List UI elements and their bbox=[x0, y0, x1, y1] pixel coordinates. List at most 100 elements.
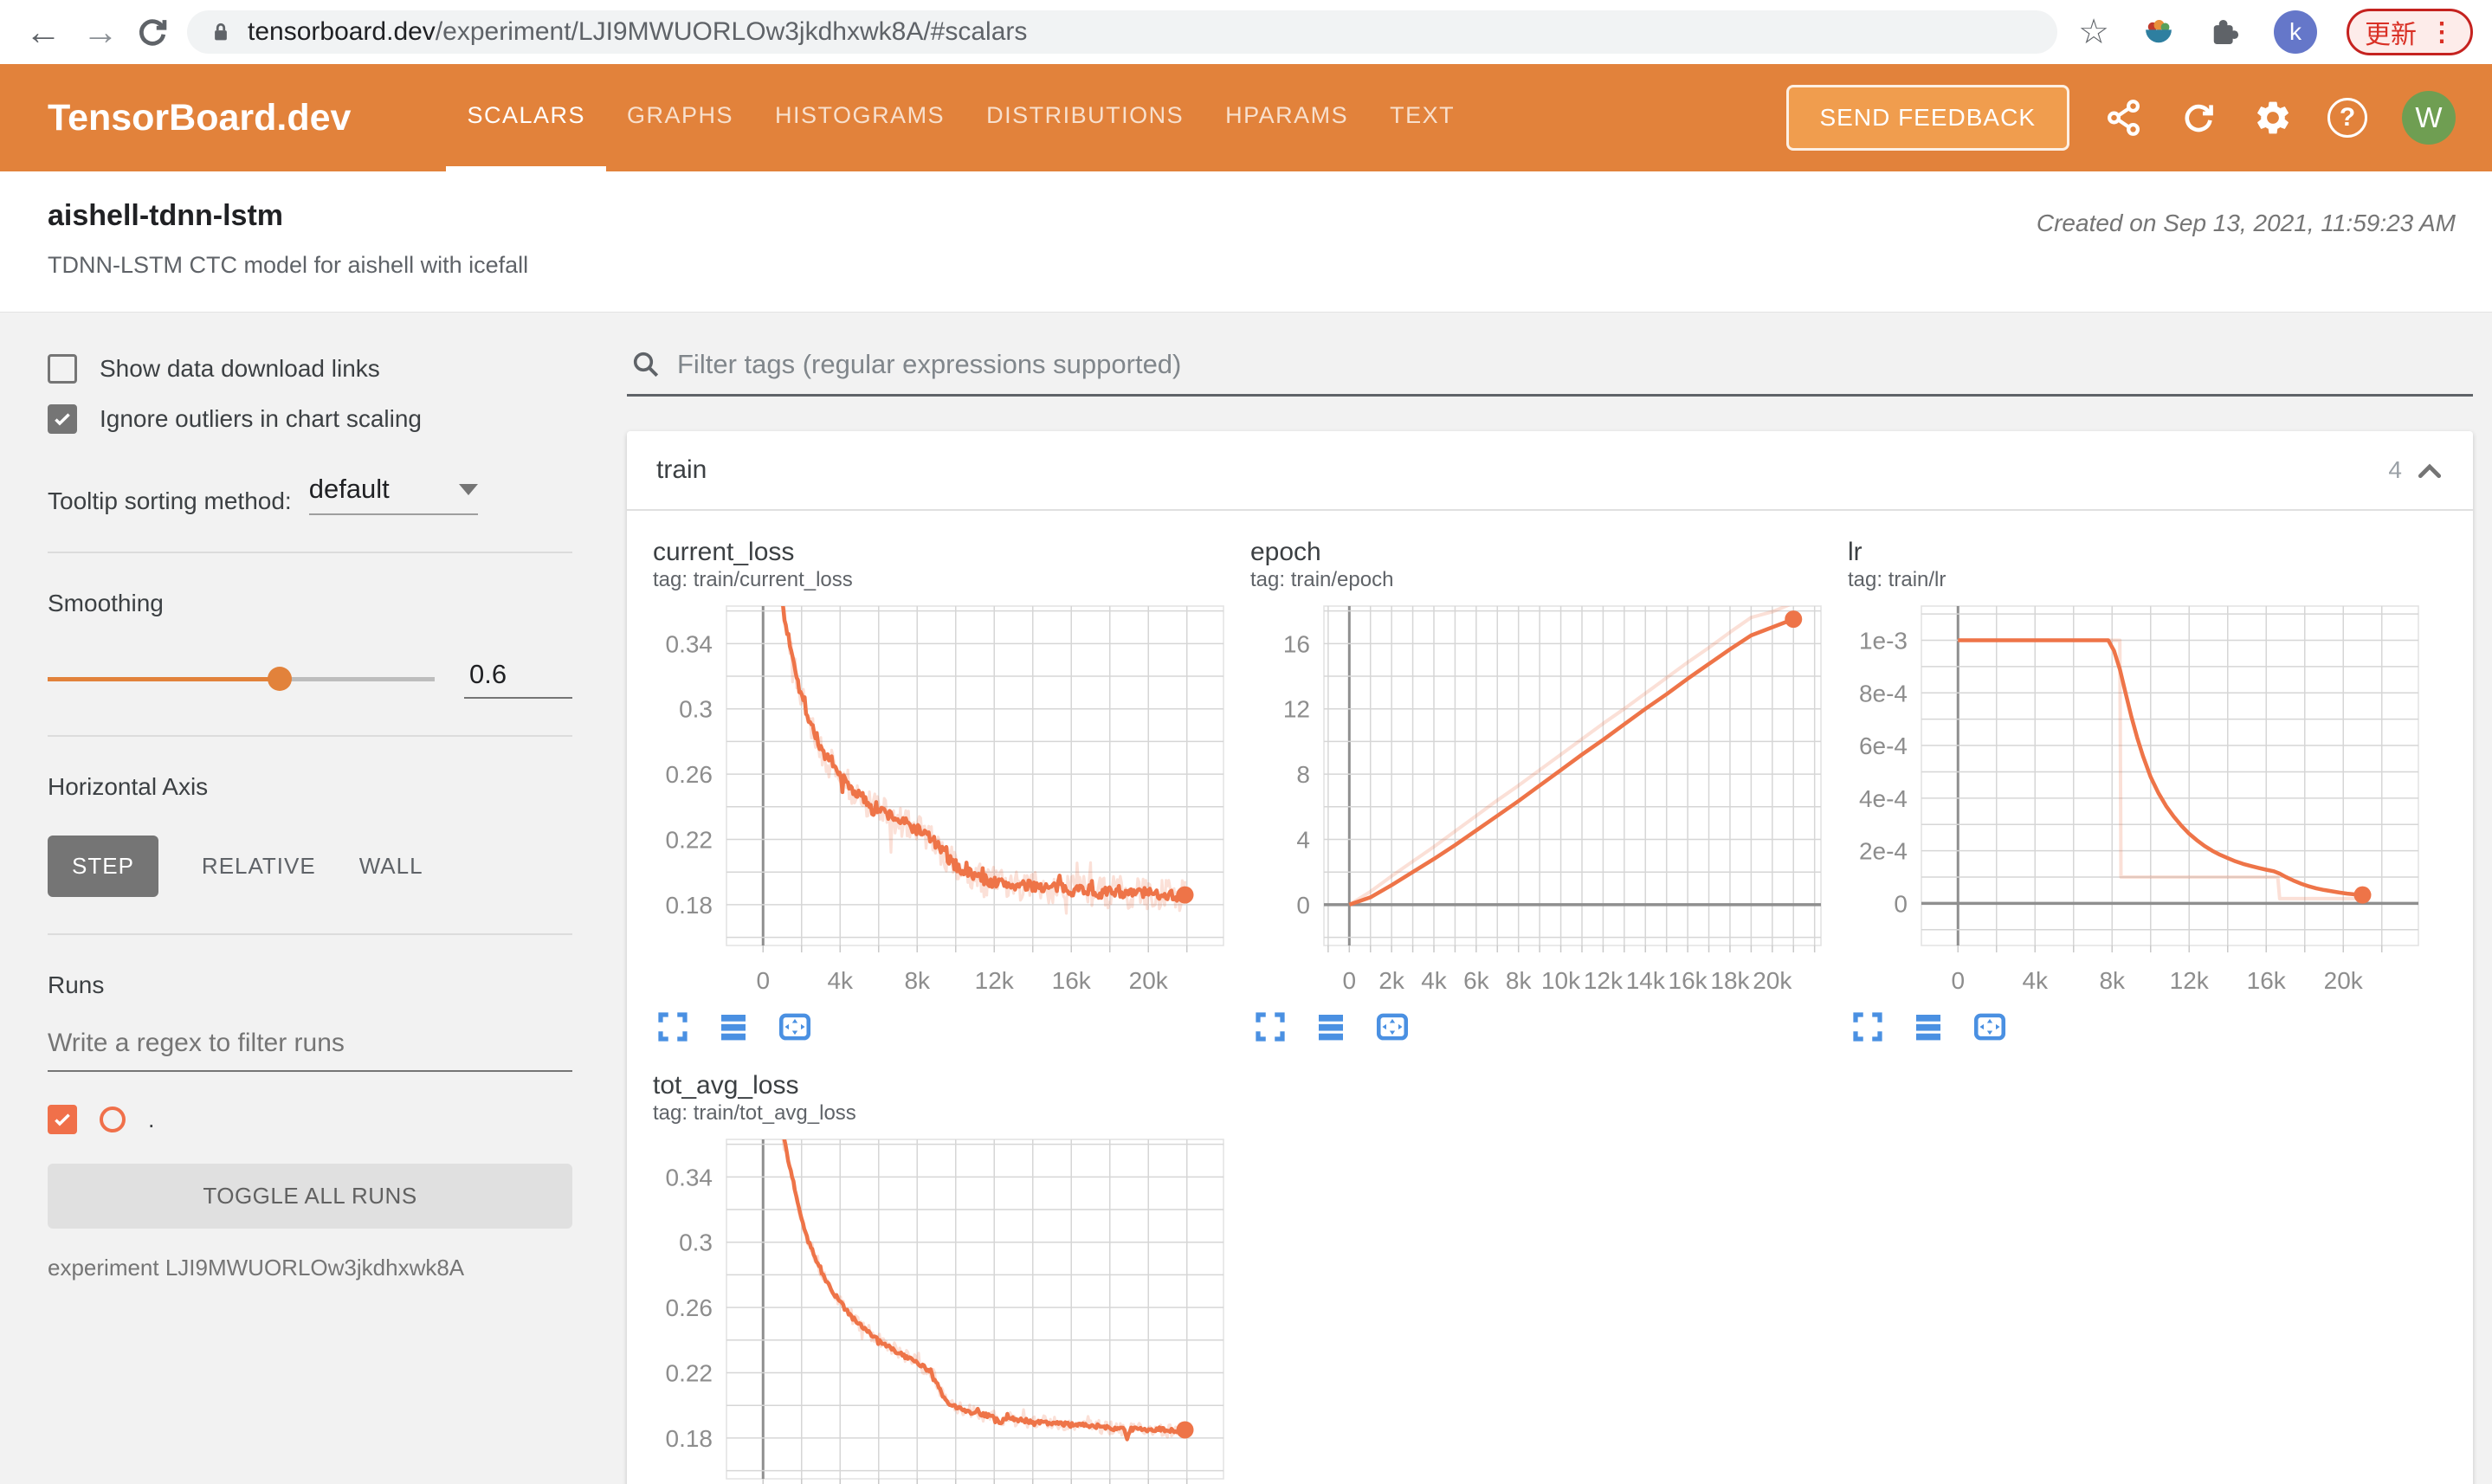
smoothing-value-input[interactable] bbox=[464, 659, 572, 699]
fit-domain-button[interactable] bbox=[1373, 1009, 1411, 1048]
url-text[interactable]: tensorboard.dev/experiment/LJI9MWUORLOw3… bbox=[248, 17, 1027, 47]
tab-distributions[interactable]: DISTRIBUTIONS bbox=[965, 64, 1204, 171]
svg-text:4: 4 bbox=[1296, 827, 1310, 854]
svg-text:12k: 12k bbox=[1584, 967, 1624, 994]
chart-plot[interactable]: 0 2k 4k 6k 8k 10k 12k 14k 16k 18k 20k 0 4 8 12 16 bbox=[1250, 603, 1826, 999]
horizontal-axis-label: Horizontal Axis bbox=[48, 773, 209, 800]
svg-text:4e-4: 4e-4 bbox=[1859, 785, 1908, 812]
fruit-bowl-extension-icon[interactable] bbox=[2140, 14, 2177, 50]
divider bbox=[48, 552, 572, 553]
svg-text:0: 0 bbox=[1894, 890, 1908, 917]
section-title: train bbox=[656, 455, 707, 484]
checkbox-unchecked-icon[interactable] bbox=[48, 354, 77, 384]
fit-domain-button[interactable] bbox=[776, 1009, 814, 1048]
section-chart-count: 4 bbox=[2388, 456, 2402, 483]
fit-domain-button[interactable] bbox=[1971, 1009, 2009, 1048]
svg-text:0: 0 bbox=[1343, 967, 1357, 994]
svg-text:0.22: 0.22 bbox=[666, 1360, 713, 1387]
axis-wall-button[interactable]: WALL bbox=[359, 853, 423, 880]
help-icon[interactable]: ? bbox=[2327, 98, 2367, 138]
tooltip-sorting-select[interactable]: default bbox=[308, 474, 478, 515]
smoothing-slider[interactable] bbox=[48, 667, 435, 691]
chart-title: lr bbox=[1848, 538, 1863, 566]
expand-chart-button[interactable] bbox=[655, 1009, 691, 1048]
log-scale-button[interactable] bbox=[1910, 1009, 1946, 1048]
chart-tag: tag: train/current_loss bbox=[653, 568, 853, 591]
browser-update-button[interactable]: 更新 ⋮ bbox=[2347, 9, 2473, 55]
svg-text:8k: 8k bbox=[1506, 967, 1533, 994]
tab-scalars[interactable]: SCALARS bbox=[446, 64, 607, 171]
address-bar[interactable]: tensorboard.dev/experiment/LJI9MWUORLOw3… bbox=[187, 10, 2058, 54]
settings-sidebar: Show data download links Ignore outliers… bbox=[0, 313, 620, 1281]
tab-graphs[interactable]: GRAPHS bbox=[606, 64, 754, 171]
chevron-up-icon[interactable] bbox=[2416, 461, 2444, 480]
svg-text:8k: 8k bbox=[2099, 967, 2126, 994]
expand-chart-button[interactable] bbox=[1252, 1009, 1288, 1048]
log-scale-button[interactable] bbox=[715, 1009, 752, 1048]
log-scale-button[interactable] bbox=[1313, 1009, 1349, 1048]
svg-text:0.34: 0.34 bbox=[666, 1164, 713, 1190]
runs-filter-input[interactable] bbox=[48, 1029, 572, 1072]
send-feedback-button[interactable]: SEND FEEDBACK bbox=[1785, 85, 2069, 151]
ignore-outliers-checkbox[interactable]: Ignore outliers in chart scaling bbox=[48, 404, 572, 434]
svg-text:8k: 8k bbox=[904, 967, 931, 994]
share-icon[interactable] bbox=[2104, 98, 2144, 138]
checkbox-checked-icon[interactable] bbox=[48, 404, 77, 434]
forward-icon[interactable]: → bbox=[76, 11, 125, 53]
fullscreen-icon bbox=[658, 1012, 688, 1042]
smoothing-label: Smoothing bbox=[48, 590, 164, 616]
svg-text:2e-4: 2e-4 bbox=[1859, 838, 1908, 865]
experiment-description: TDNN-LSTM CTC model for aishell with ice… bbox=[48, 252, 529, 278]
fullscreen-icon bbox=[1853, 1012, 1882, 1042]
train-section-header[interactable]: train 4 bbox=[627, 431, 2473, 511]
svg-text:20k: 20k bbox=[2324, 967, 2364, 994]
runs-label: Runs bbox=[48, 971, 105, 998]
tab-text[interactable]: TEXT bbox=[1369, 64, 1475, 171]
browser-profile-avatar[interactable]: k bbox=[2274, 10, 2317, 54]
chart-plot[interactable]: 0 4k 8k 12k 16k 20k 0 2e-4 4e-4 6e-4 8e-4 1e-3 bbox=[1848, 603, 2424, 999]
reload-icon[interactable] bbox=[133, 13, 171, 51]
chart-title: current_loss bbox=[653, 538, 795, 566]
svg-text:0: 0 bbox=[1951, 967, 1965, 994]
chart-plot[interactable]: 04k8k12k16k20k0.180.220.260.30.34 bbox=[653, 1136, 1229, 1484]
three-bars-icon bbox=[1319, 1015, 1343, 1041]
svg-text:6e-4: 6e-4 bbox=[1859, 732, 1908, 759]
chart-title: epoch bbox=[1250, 538, 1321, 566]
chart-actions bbox=[653, 1009, 1250, 1048]
run-list-item[interactable]: . bbox=[48, 1105, 572, 1134]
tag-filter-input[interactable] bbox=[677, 349, 2469, 380]
ignore-outliers-label: Ignore outliers in chart scaling bbox=[100, 405, 422, 432]
back-icon[interactable]: ← bbox=[19, 11, 68, 53]
dashboard-main: train 4 current_loss tag: train/current_… bbox=[620, 313, 2492, 1484]
svg-text:4k: 4k bbox=[827, 967, 854, 994]
chart-actions bbox=[1250, 1009, 1848, 1048]
tab-histograms[interactable]: HISTOGRAMS bbox=[754, 64, 965, 171]
show-download-links-checkbox[interactable]: Show data download links bbox=[48, 354, 572, 384]
svg-text:16k: 16k bbox=[2247, 967, 2287, 994]
svg-text:4k: 4k bbox=[1421, 967, 1448, 994]
divider bbox=[48, 735, 572, 737]
bookmark-star-icon[interactable]: ☆ bbox=[2078, 12, 2109, 52]
chart-plot[interactable]: 04k8k12k16k20k0.180.220.260.30.34 bbox=[653, 603, 1229, 999]
run-checkbox-checked-icon[interactable] bbox=[48, 1105, 77, 1134]
svg-text:0.26: 0.26 bbox=[666, 1294, 713, 1321]
tooltip-sorting-label: Tooltip sorting method: bbox=[48, 487, 292, 514]
expand-chart-button[interactable] bbox=[1850, 1009, 1886, 1048]
account-avatar[interactable]: W bbox=[2402, 91, 2456, 145]
slider-thumb[interactable] bbox=[268, 667, 293, 691]
app-header: TensorBoard.dev SCALARS GRAPHS HISTOGRAM… bbox=[0, 64, 2492, 171]
svg-text:0.18: 0.18 bbox=[666, 1425, 713, 1452]
extensions-puzzle-icon[interactable] bbox=[2206, 14, 2243, 50]
app-logo[interactable]: TensorBoard.dev bbox=[48, 97, 351, 139]
train-section-card: train 4 current_loss tag: train/current_… bbox=[627, 431, 2473, 1484]
kebab-menu-icon[interactable]: ⋮ bbox=[2429, 17, 2455, 48]
refresh-icon[interactable] bbox=[2179, 98, 2218, 138]
fit-domain-icon bbox=[778, 1013, 811, 1041]
tab-hparams[interactable]: HPARAMS bbox=[1204, 64, 1369, 171]
gear-icon[interactable] bbox=[2253, 98, 2293, 138]
axis-step-button[interactable]: STEP bbox=[48, 836, 158, 897]
axis-relative-button[interactable]: RELATIVE bbox=[202, 853, 316, 880]
divider bbox=[48, 933, 572, 935]
svg-text:0.3: 0.3 bbox=[679, 696, 713, 723]
toggle-all-runs-button[interactable]: TOGGLE ALL RUNS bbox=[48, 1164, 572, 1229]
